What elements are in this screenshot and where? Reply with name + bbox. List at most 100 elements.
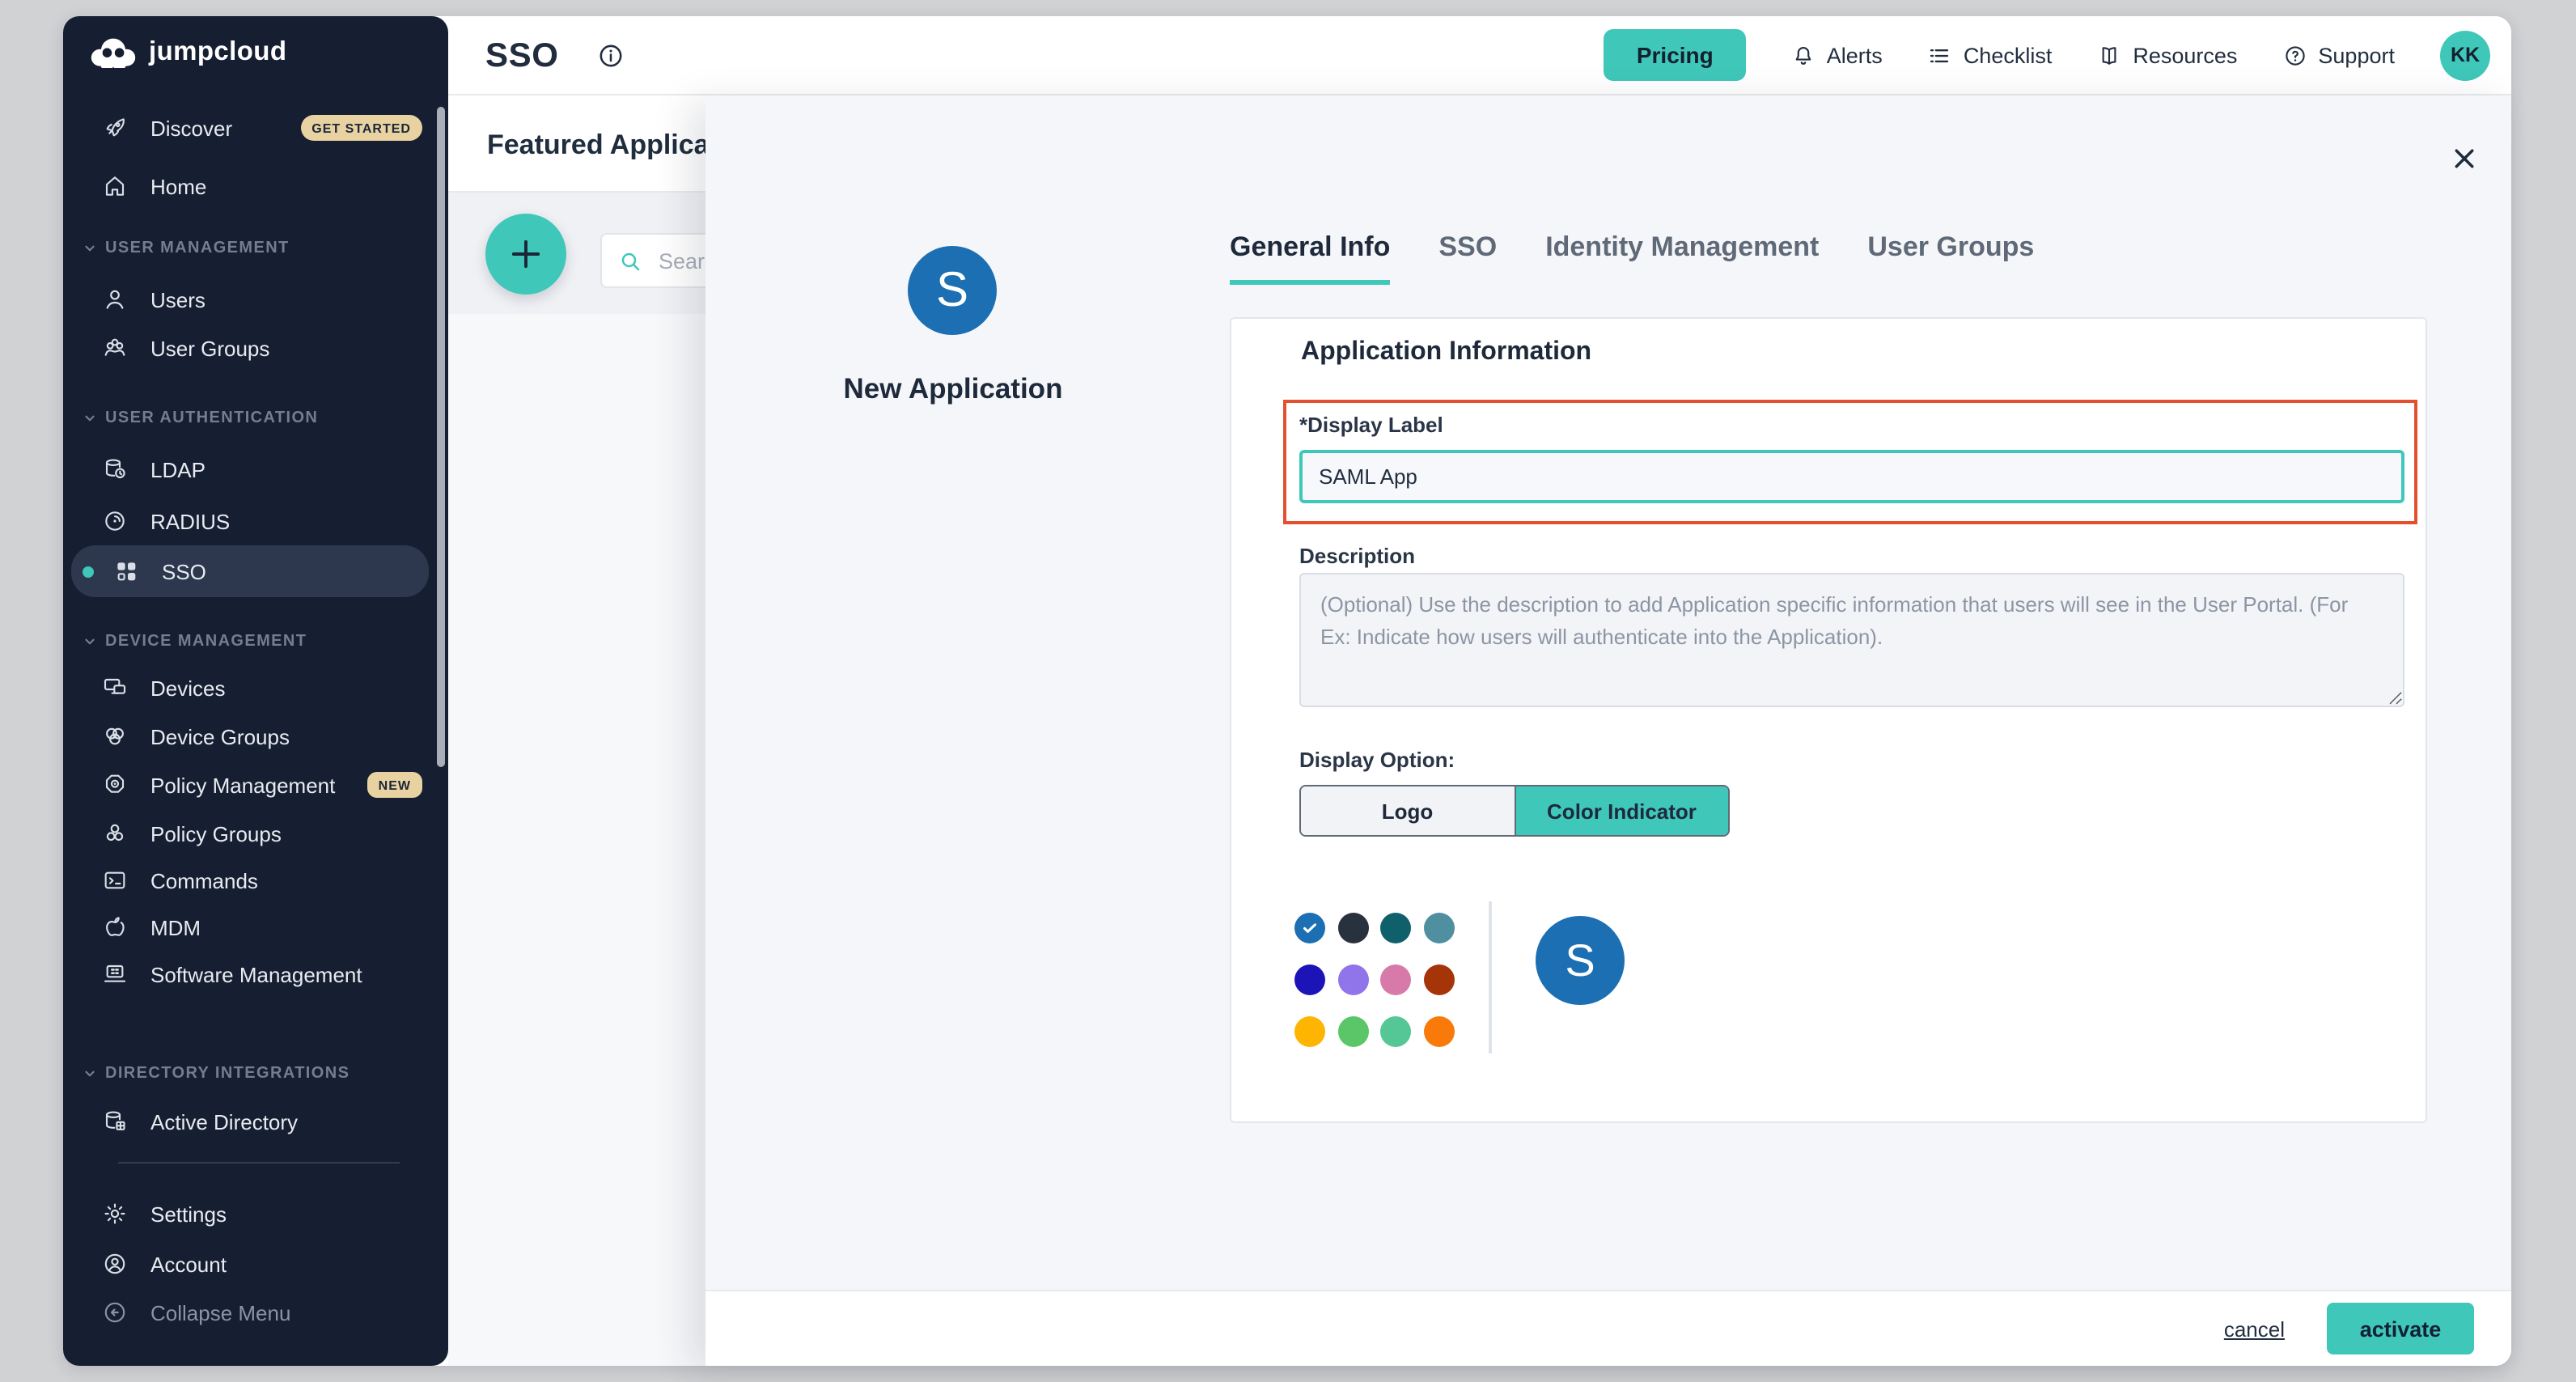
sidebar-item-label: Account	[150, 1252, 227, 1276]
avatar[interactable]: KK	[2440, 30, 2490, 80]
sidebar-item-label: Active Directory	[150, 1109, 298, 1134]
color-swatch[interactable]	[1294, 964, 1325, 995]
arrow-left-circle-icon	[102, 1299, 128, 1325]
page-title: SSO	[485, 37, 559, 76]
sidebar-item-label: Policy Groups	[150, 821, 282, 846]
venn-icon	[102, 723, 128, 749]
color-swatch-grid	[1294, 913, 1454, 1047]
display-option-toggle: Logo Color Indicator	[1299, 785, 1730, 837]
gear-icon	[102, 1201, 128, 1227]
color-swatch[interactable]	[1294, 1016, 1325, 1047]
add-application-button[interactable]	[485, 214, 566, 295]
cancel-link[interactable]: cancel	[2224, 1316, 2285, 1341]
sidebar-item-label: Software Management	[150, 962, 362, 986]
terminal-icon	[102, 867, 128, 893]
sidebar: jumpcloud Discover GET STARTED Home USER…	[63, 16, 448, 1366]
sidebar-item-discover[interactable]: Discover GET STARTED	[83, 104, 426, 152]
sidebar-item-label: Commands	[150, 868, 258, 892]
color-preview-avatar: S	[1536, 916, 1625, 1005]
jumpcloud-logo[interactable]: jumpcloud	[91, 37, 286, 68]
alerts-button[interactable]: Alerts	[1791, 43, 1883, 67]
activate-button[interactable]: activate	[2327, 1303, 2474, 1354]
color-swatch[interactable]	[1337, 1016, 1368, 1047]
sidebar-item-settings[interactable]: Settings	[83, 1189, 426, 1238]
sidebar-section-user-management[interactable]: USER MANAGEMENT	[83, 236, 426, 259]
sidebar-item-collapse-menu[interactable]: Collapse Menu	[83, 1288, 426, 1337]
sidebar-item-policy-groups[interactable]: Policy Groups	[83, 809, 426, 858]
apple-icon	[102, 914, 128, 940]
checklist-button[interactable]: Checklist	[1928, 43, 2053, 67]
laptop-grid-icon	[102, 961, 128, 987]
tab-sso[interactable]: SSO	[1438, 231, 1497, 285]
devices-icon	[102, 675, 128, 701]
top-bar-actions: Pricing Alerts Checklist	[1604, 16, 2490, 94]
sidebar-section-directory-integrations[interactable]: DIRECTORY INTEGRATIONS	[83, 1062, 426, 1084]
close-icon[interactable]	[2450, 144, 2479, 173]
sidebar-item-policy-management[interactable]: Policy Management NEW	[83, 761, 426, 809]
check-icon	[1301, 919, 1319, 937]
color-swatch[interactable]	[1380, 913, 1411, 943]
chevron-down-icon	[83, 1066, 97, 1080]
user-icon	[102, 286, 128, 312]
sidebar-item-mdm[interactable]: MDM	[83, 903, 426, 952]
sidebar-item-users[interactable]: Users	[83, 275, 426, 324]
sidebar-item-label: LDAP	[150, 457, 205, 481]
sidebar-item-label: Collapse Menu	[150, 1300, 290, 1325]
rocket-icon	[102, 115, 128, 141]
pricing-button[interactable]: Pricing	[1604, 29, 1746, 81]
sidebar-section-user-authentication[interactable]: USER AUTHENTICATION	[83, 406, 426, 429]
sidebar-item-label: Device Groups	[150, 724, 290, 748]
policy-octagon-icon	[102, 772, 128, 798]
description-textarea[interactable]	[1299, 573, 2404, 707]
help-circle-icon	[2282, 43, 2307, 67]
info-icon[interactable]	[597, 42, 625, 71]
description-label: Description	[1299, 544, 1415, 568]
logo-option[interactable]: Logo	[1301, 786, 1514, 835]
modal-footer: cancel activate	[705, 1290, 2511, 1366]
color-swatch[interactable]	[1337, 964, 1368, 995]
sidebar-divider	[118, 1162, 400, 1164]
color-swatch[interactable]	[1337, 913, 1368, 943]
color-swatch[interactable]	[1423, 1016, 1454, 1047]
sidebar-item-label: Users	[150, 287, 205, 312]
sidebar-item-home[interactable]: Home	[83, 162, 426, 210]
tab-identity-management[interactable]: Identity Management	[1545, 231, 1819, 285]
tab-user-groups[interactable]: User Groups	[1867, 231, 2034, 285]
color-swatch[interactable]	[1380, 1016, 1411, 1047]
sidebar-item-radius[interactable]: RADIUS	[83, 497, 426, 545]
sidebar-item-label: Devices	[150, 676, 226, 700]
application-avatar: S	[908, 246, 997, 335]
sidebar-item-sso[interactable]: SSO	[71, 545, 429, 597]
sidebar-item-active-directory[interactable]: Active Directory	[83, 1097, 426, 1146]
new-badge: NEW	[367, 772, 422, 798]
tab-general-info[interactable]: General Info	[1230, 231, 1390, 285]
sidebar-section-device-management[interactable]: DEVICE MANAGEMENT	[83, 630, 426, 652]
color-swatch-selected[interactable]	[1294, 913, 1325, 943]
top-bar: SSO Pricing Alerts Checkl	[448, 16, 2511, 95]
sidebar-scrollbar[interactable]	[437, 107, 445, 767]
support-button[interactable]: Support	[2282, 43, 2395, 67]
user-circle-icon	[102, 1251, 128, 1277]
sidebar-item-ldap[interactable]: LDAP	[83, 445, 426, 494]
bell-icon	[1791, 43, 1815, 67]
color-swatch[interactable]	[1380, 964, 1411, 995]
chevron-down-icon	[83, 634, 97, 648]
color-swatch[interactable]	[1423, 913, 1454, 943]
color-indicator-option[interactable]: Color Indicator	[1514, 786, 1728, 835]
chevron-down-icon	[83, 240, 97, 255]
sidebar-item-device-groups[interactable]: Device Groups	[83, 712, 426, 761]
sidebar-item-devices[interactable]: Devices	[83, 663, 426, 712]
sidebar-item-software-management[interactable]: Software Management	[83, 950, 426, 998]
sidebar-item-label: Settings	[150, 1202, 227, 1226]
sidebar-item-account[interactable]: Account	[83, 1240, 426, 1288]
sidebar-item-commands[interactable]: Commands	[83, 856, 426, 905]
sidebar-item-label: Home	[150, 174, 206, 198]
color-swatch[interactable]	[1423, 964, 1454, 995]
sidebar-item-label: MDM	[150, 915, 201, 939]
resources-button[interactable]: Resources	[2097, 43, 2237, 67]
active-directory-icon	[102, 1109, 128, 1134]
app-window: jumpcloud Discover GET STARTED Home USER…	[63, 16, 2511, 1366]
sidebar-item-user-groups[interactable]: User Groups	[83, 324, 426, 372]
ldap-database-icon	[102, 456, 128, 482]
display-label-input[interactable]	[1299, 450, 2404, 503]
